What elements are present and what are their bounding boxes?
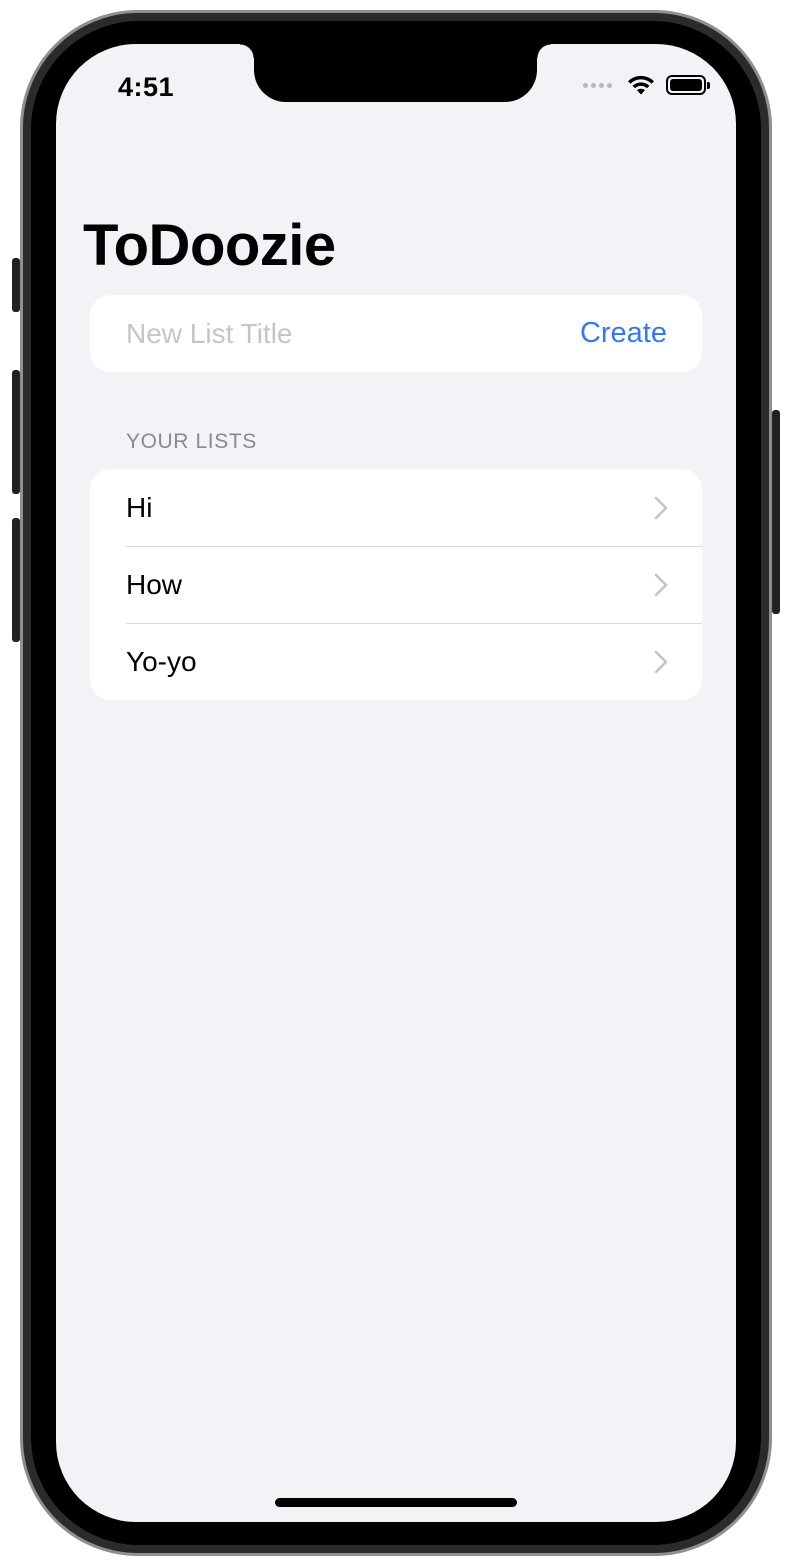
new-list-card: Create xyxy=(90,295,702,372)
chevron-right-icon xyxy=(654,650,668,674)
status-indicators xyxy=(583,74,710,96)
wifi-icon xyxy=(628,75,654,95)
battery-fill xyxy=(670,79,702,91)
new-list-title-input[interactable] xyxy=(126,295,546,372)
battery-cap xyxy=(707,82,710,89)
list-item-label: How xyxy=(126,569,183,600)
page-title: ToDoozie xyxy=(83,213,336,278)
chevron-right-icon xyxy=(654,573,668,597)
status-time: 4:51 xyxy=(118,72,175,102)
list-item-label: Yo-yo xyxy=(126,646,197,677)
volume-down-button xyxy=(12,518,20,642)
section-header-your-lists: YOUR LISTS xyxy=(126,430,257,453)
lists-card: Hi How Yo-yo xyxy=(90,469,702,700)
app-screen: 4:51 ToDoozie Create YOUR LISTS Hi How xyxy=(56,44,736,1522)
volume-up-button xyxy=(12,370,20,494)
list-item-label: Hi xyxy=(126,492,153,523)
camera-notch xyxy=(240,44,551,102)
signal-dots-icon xyxy=(583,82,612,88)
home-indicator[interactable] xyxy=(275,1498,517,1507)
battery-icon xyxy=(666,75,710,95)
create-button[interactable]: Create xyxy=(580,295,667,372)
list-item-hi[interactable]: Hi xyxy=(90,469,702,546)
list-item-yo-yo[interactable]: Yo-yo xyxy=(90,623,702,700)
chevron-right-icon xyxy=(654,496,668,520)
power-button xyxy=(772,410,780,614)
list-item-how[interactable]: How xyxy=(90,546,702,623)
silent-switch xyxy=(12,258,20,312)
